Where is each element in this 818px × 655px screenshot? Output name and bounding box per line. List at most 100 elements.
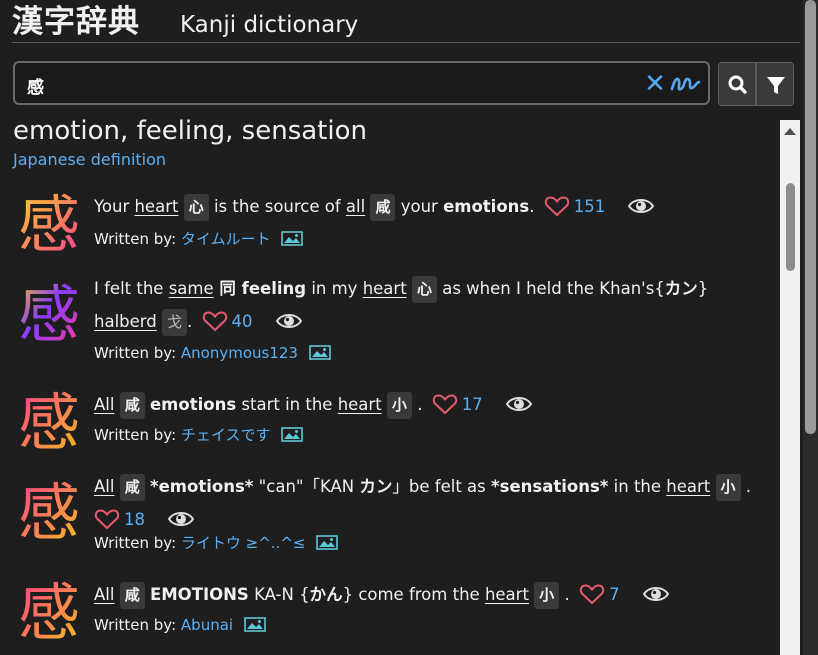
story-word: as when I held the Khan's{ [442, 279, 665, 298]
handwriting-icon[interactable] [669, 72, 701, 96]
search-input[interactable] [25, 71, 629, 99]
close-icon[interactable]: ✕ [643, 67, 667, 101]
component-kanji[interactable]: 咸 [119, 582, 145, 609]
page-scrollbar[interactable] [803, 0, 818, 655]
search-icon [728, 75, 747, 94]
app-title: 漢字辞典 [12, 4, 140, 40]
written-by-label: Written by: [94, 616, 177, 634]
story-kanji-glyph: 感 [18, 576, 80, 648]
keyword-bold: *emotions* [149, 477, 254, 496]
story-word: KA-N { [248, 585, 310, 604]
scrollbar-thumb[interactable] [786, 183, 795, 271]
story-word: 」be felt as [392, 477, 491, 496]
author-link[interactable]: ライトウ ≥^..^≤ [181, 534, 306, 552]
component-kanji[interactable]: 小 [715, 474, 741, 501]
heart-icon[interactable] [94, 508, 120, 530]
author-link[interactable]: タイムルート [181, 230, 271, 248]
keyword-link[interactable]: halberd [94, 312, 157, 331]
story-word: カン [664, 279, 698, 298]
keyword-link[interactable]: All [94, 395, 114, 414]
story-word: . [564, 585, 570, 604]
story-text: I felt the same 同 feeling in my heart 心 … [94, 272, 774, 338]
written-by-label: Written by: [94, 230, 177, 248]
page-scrollbar-thumb[interactable] [805, 0, 816, 434]
heart-icon[interactable] [432, 393, 458, 415]
app-subtitle: Kanji dictionary [180, 12, 359, 38]
written-by-label: Written by: [94, 534, 177, 552]
image-icon[interactable] [316, 535, 339, 550]
written-by: Written by: ライトウ ≥^..^≤ [94, 533, 339, 553]
story-kanji: 感 [18, 476, 80, 548]
header: 漢字辞典 Kanji dictionary [12, 2, 800, 43]
scroll-up-icon[interactable] [780, 122, 800, 140]
keyword-link[interactable]: heart [485, 585, 529, 604]
story-word: 同 [213, 279, 242, 298]
component-kanji[interactable]: 小 [534, 582, 560, 609]
image-icon[interactable] [308, 345, 331, 360]
filter-button[interactable] [756, 62, 794, 106]
story-text: All 咸 EMOTIONS KA-N {かん} come from the h… [94, 578, 774, 611]
keyword-link[interactable]: heart [338, 395, 382, 414]
story-word: カン [359, 477, 393, 496]
story-kanji-glyph: 感 [18, 476, 80, 548]
story-word: I felt the [94, 279, 169, 298]
component-kanji[interactable]: 戈 [162, 309, 188, 336]
author-link[interactable]: Anonymous123 [181, 344, 298, 362]
keyword-link[interactable]: All [94, 585, 114, 604]
image-icon[interactable] [281, 427, 304, 442]
keyword-bold: emotions [443, 197, 530, 216]
story-word: "can"「KAN [253, 477, 360, 496]
content-scrollbar[interactable] [780, 120, 800, 655]
component-kanji[interactable]: 心 [183, 194, 209, 221]
eye-icon[interactable] [642, 585, 669, 603]
component-kanji[interactable]: 咸 [119, 474, 145, 501]
story-word: } [697, 279, 709, 298]
author-link[interactable]: Abunai [181, 616, 233, 634]
eye-icon[interactable] [628, 197, 655, 215]
image-icon[interactable] [281, 231, 304, 246]
like-count: 151 [573, 197, 606, 216]
story-word: start in the [236, 395, 338, 414]
written-by-label: Written by: [94, 344, 177, 362]
story-text: All 咸 emotions start in the heart 小 . 17 [94, 388, 774, 421]
story-word: is the source of [213, 197, 346, 216]
keyword-link[interactable]: heart [363, 279, 407, 298]
heart-icon[interactable] [579, 583, 605, 605]
eye-icon[interactable] [505, 395, 532, 413]
story-word: . [417, 395, 423, 414]
story-word: . [187, 312, 193, 331]
filter-icon [767, 77, 785, 94]
written-by: Written by: Abunai [94, 615, 266, 635]
heart-icon[interactable] [544, 195, 570, 217]
component-kanji[interactable]: 咸 [119, 392, 145, 419]
component-kanji[interactable]: 心 [411, 276, 437, 303]
keyword-link[interactable]: heart [666, 477, 710, 496]
keyword-link[interactable]: same [169, 279, 214, 298]
eye-icon[interactable] [168, 510, 195, 528]
japanese-definition-link[interactable]: Japanese definition [13, 150, 166, 170]
keyword-link[interactable]: all [346, 197, 365, 216]
like-count: 40 [231, 312, 253, 331]
written-by: Written by: タイムルート [94, 229, 304, 249]
keyword-bold: *sensations* [491, 477, 609, 496]
author-link[interactable]: チェイスです [181, 426, 271, 444]
story-text: Your heart 心 is the source of all 咸 your… [94, 190, 774, 223]
kanji-meaning: emotion, feeling, sensation [13, 116, 367, 146]
story-word: in my [306, 279, 363, 298]
like-count: 7 [608, 585, 620, 604]
story-word: . [529, 197, 535, 216]
keyword-bold: EMOTIONS [149, 585, 249, 604]
search-button[interactable] [718, 62, 756, 106]
search-box[interactable]: ✕ [13, 61, 710, 105]
component-kanji[interactable]: 咸 [370, 194, 396, 221]
story-kanji-glyph: 感 [18, 188, 80, 260]
story-word: } come from the [342, 585, 485, 604]
keyword-link[interactable]: All [94, 477, 114, 496]
eye-icon[interactable] [275, 312, 302, 330]
heart-icon[interactable] [202, 310, 228, 332]
image-icon[interactable] [244, 617, 266, 632]
story-word: Your [94, 197, 135, 216]
story-word: かん [309, 585, 343, 604]
keyword-link[interactable]: heart [134, 197, 178, 216]
component-kanji[interactable]: 小 [386, 392, 412, 419]
